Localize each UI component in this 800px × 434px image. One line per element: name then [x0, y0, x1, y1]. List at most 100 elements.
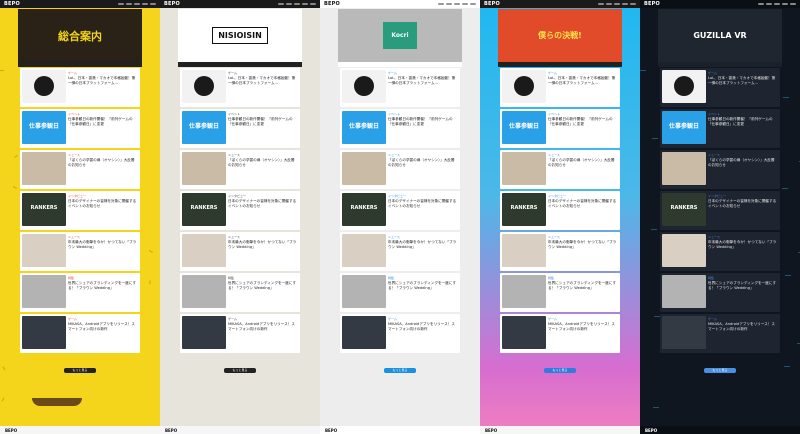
article-thumbnail[interactable] [22, 234, 66, 267]
article-category[interactable]: ゲーム [548, 71, 618, 75]
article-title[interactable]: 年末最大の衝撃を今か！かつてない「ブラウン Wedding」 [228, 240, 298, 254]
header-nav[interactable] [598, 3, 636, 5]
article-thumbnail[interactable] [182, 70, 226, 103]
nav-link[interactable] [790, 3, 796, 5]
article-category[interactable]: ゲーム [228, 317, 298, 321]
article-title[interactable]: 年末最大の衝撃を今か！かつてない「ブラウン Wedding」 [68, 240, 138, 254]
article-thumbnail[interactable] [502, 316, 546, 349]
article-thumbnail[interactable] [342, 70, 386, 103]
header-nav[interactable] [438, 3, 476, 5]
nav-link[interactable] [782, 3, 788, 5]
nav-link[interactable] [286, 3, 292, 5]
article-card[interactable]: ニュース 年末最大の衝撃を今か！かつてない「ブラウン Wedding」 [340, 232, 460, 271]
article-title[interactable]: 年末最大の衝撃を今か！かつてない「ブラウン Wedding」 [548, 240, 618, 254]
article-card[interactable]: ゲーム LoL、日本・香港・マカオで本格始動！第一弾の日本プラットフォーム… [20, 68, 140, 107]
nav-link[interactable] [758, 3, 764, 5]
article-thumbnail[interactable]: 仕事参観日 [182, 111, 226, 144]
article-category[interactable]: インタビュー [548, 194, 618, 198]
article-thumbnail[interactable] [342, 234, 386, 267]
article-title[interactable]: 仕事参観日の新作開催！「前列ゲームの「仕事参観日」に変更 [228, 117, 298, 131]
article-card[interactable]: 仕事参観日 イベント 仕事参観日の新作開催！「前列ゲームの「仕事参観日」に変更 [500, 109, 620, 148]
article-category[interactable]: ニュース [68, 153, 138, 157]
article-title[interactable]: 日本のデザイナーの皆様を対象に開催するイベントのお知らせ [708, 199, 778, 213]
article-category[interactable]: ゲーム [228, 71, 298, 75]
article-thumbnail[interactable] [182, 275, 226, 308]
article-title[interactable]: LoL、日本・香港・マカオで本格始動！第一弾の日本プラットフォーム… [388, 76, 458, 90]
article-thumbnail[interactable] [502, 70, 546, 103]
load-more-button[interactable]: もっと見る [384, 368, 416, 373]
article-thumbnail[interactable] [662, 234, 706, 267]
nav-link[interactable] [150, 3, 156, 5]
site-logo[interactable]: BEPO [4, 1, 20, 7]
article-category[interactable]: 特集 [228, 276, 298, 280]
article-card[interactable]: ニュース 年末最大の衝撃を今か！かつてない「ブラウン Wedding」 [500, 232, 620, 271]
article-card[interactable]: 特集 世界にシェアのブランディングを一度にする！「ブラウン Wedding」 [660, 273, 780, 312]
article-title[interactable]: 世界にシェアのブランディングを一度にする！「ブラウン Wedding」 [68, 281, 138, 295]
article-card[interactable]: ゲーム MIKASA、Androidアプリをリリース！スマートフォン向けの新作 [340, 314, 460, 353]
article-card[interactable]: 仕事参観日 イベント 仕事参観日の新作開催！「前列ゲームの「仕事参観日」に変更 [180, 109, 300, 148]
article-title[interactable]: 仕事参観日の新作開催！「前列ゲームの「仕事参観日」に変更 [708, 117, 778, 131]
article-category[interactable]: インタビュー [68, 194, 138, 198]
article-thumbnail[interactable] [502, 234, 546, 267]
site-logo[interactable]: BEPO [484, 1, 500, 7]
article-card[interactable]: ゲーム LoL、日本・香港・マカオで本格始動！第一弾の日本プラットフォーム… [180, 68, 300, 107]
hero-banner[interactable]: Kocri [338, 9, 462, 62]
article-thumbnail[interactable] [662, 275, 706, 308]
article-card[interactable]: 特集 世界にシェアのブランディングを一度にする！「ブラウン Wedding」 [500, 273, 620, 312]
nav-link[interactable] [294, 3, 300, 5]
article-category[interactable]: 特集 [548, 276, 618, 280]
article-title[interactable]: 「ぼくらの学習の扉（オヤシン）」大反響のお知らせ [68, 158, 138, 172]
article-category[interactable]: ゲーム [388, 71, 458, 75]
article-card[interactable]: ニュース 年末最大の衝撃を今か！かつてない「ブラウン Wedding」 [20, 232, 140, 271]
article-category[interactable]: ゲーム [68, 71, 138, 75]
hero-banner[interactable]: GUZILLA VR [658, 9, 782, 62]
article-title[interactable]: 日本のデザイナーの皆様を対象に開催するイベントのお知らせ [388, 199, 458, 213]
article-category[interactable]: ニュース [548, 235, 618, 239]
article-category[interactable]: イベント [548, 112, 618, 116]
article-card[interactable]: ゲーム LoL、日本・香港・マカオで本格始動！第一弾の日本プラットフォーム… [660, 68, 780, 107]
article-thumbnail[interactable]: RANKERS [182, 193, 226, 226]
article-category[interactable]: インタビュー [708, 194, 778, 198]
article-category[interactable]: ニュース [708, 153, 778, 157]
article-category[interactable]: イベント [388, 112, 458, 116]
nav-link[interactable] [134, 3, 140, 5]
nav-link[interactable] [598, 3, 604, 5]
site-logo[interactable]: BEPO [164, 1, 180, 7]
article-title[interactable]: 世界にシェアのブランディングを一度にする！「ブラウン Wedding」 [228, 281, 298, 295]
article-category[interactable]: ニュース [388, 153, 458, 157]
article-title[interactable]: MIKASA、Androidアプリをリリース！スマートフォン向けの新作 [548, 322, 618, 336]
article-thumbnail[interactable] [182, 234, 226, 267]
article-category[interactable]: イベント [228, 112, 298, 116]
article-card[interactable]: ニュース 「ぼくらの学習の扉（オヤシン）」大反響のお知らせ [500, 150, 620, 189]
article-category[interactable]: 特集 [388, 276, 458, 280]
article-title[interactable]: 世界にシェアのブランディングを一度にする！「ブラウン Wedding」 [708, 281, 778, 295]
hero-banner[interactable]: 僕らの決戦! [498, 9, 622, 62]
article-card[interactable]: ゲーム MIKASA、Androidアプリをリリース！スマートフォン向けの新作 [20, 314, 140, 353]
article-title[interactable]: 「ぼくらの学習の扉（オヤシン）」大反響のお知らせ [708, 158, 778, 172]
load-more-button[interactable]: もっと見る [64, 368, 96, 373]
article-thumbnail[interactable] [22, 316, 66, 349]
nav-link[interactable] [462, 3, 468, 5]
article-title[interactable]: 「ぼくらの学習の扉（オヤシン）」大反響のお知らせ [548, 158, 618, 172]
article-card[interactable]: 仕事参観日 イベント 仕事参観日の新作開催！「前列ゲームの「仕事参観日」に変更 [660, 109, 780, 148]
article-thumbnail[interactable] [662, 316, 706, 349]
nav-link[interactable] [302, 3, 308, 5]
article-thumbnail[interactable]: RANKERS [22, 193, 66, 226]
article-thumbnail[interactable]: 仕事参観日 [502, 111, 546, 144]
article-title[interactable]: 年末最大の衝撃を今か！かつてない「ブラウン Wedding」 [708, 240, 778, 254]
article-title[interactable]: MIKASA、Androidアプリをリリース！スマートフォン向けの新作 [388, 322, 458, 336]
site-logo[interactable]: BEPO [324, 1, 340, 7]
hero-banner[interactable]: 総合案内 [18, 9, 142, 62]
article-category[interactable]: ゲーム [68, 317, 138, 321]
article-card[interactable]: ニュース 「ぼくらの学習の扉（オヤシン）」大反響のお知らせ [180, 150, 300, 189]
article-card[interactable]: 特集 世界にシェアのブランディングを一度にする！「ブラウン Wedding」 [20, 273, 140, 312]
load-more-button[interactable]: もっと見る [224, 368, 256, 373]
article-title[interactable]: MIKASA、Androidアプリをリリース！スマートフォン向けの新作 [68, 322, 138, 336]
article-category[interactable]: 特集 [68, 276, 138, 280]
footer-logo[interactable]: BEPO [325, 428, 337, 433]
article-thumbnail[interactable] [182, 152, 226, 185]
article-title[interactable]: 仕事参観日の新作開催！「前列ゲームの「仕事参観日」に変更 [68, 117, 138, 131]
article-card[interactable]: 仕事参観日 イベント 仕事参観日の新作開催！「前列ゲームの「仕事参観日」に変更 [340, 109, 460, 148]
article-title[interactable]: 世界にシェアのブランディングを一度にする！「ブラウン Wedding」 [388, 281, 458, 295]
article-thumbnail[interactable] [502, 275, 546, 308]
